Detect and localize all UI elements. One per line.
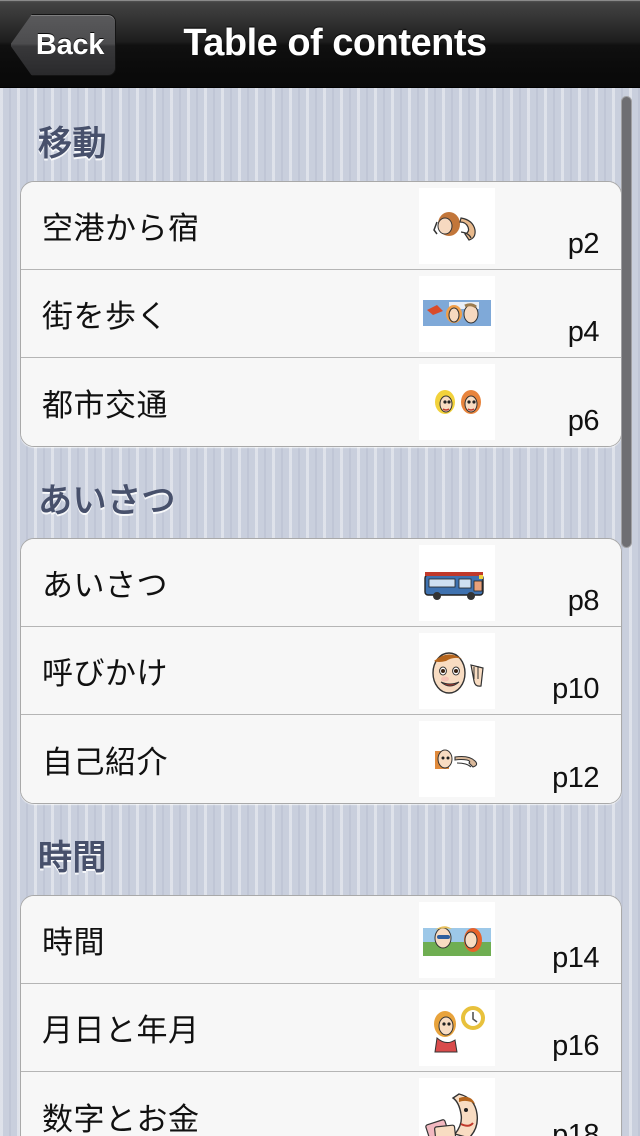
toc-row-title: 月日と年月 [42,1013,200,1048]
vertical-scrollbar[interactable] [621,96,632,548]
toc-row-title: 空港から宿 [42,211,200,246]
toc-row-title: 呼びかけ [42,656,168,691]
page-number: p14 [552,942,599,974]
toc-row[interactable]: 自己紹介 p12 [21,715,621,803]
toc-row[interactable]: 月日と年月 p16 [21,984,621,1072]
toc-row[interactable]: あいさつ p8 [21,539,621,627]
page-number: p2 [567,228,600,260]
page-number: p12 [552,762,599,794]
page-number: p10 [552,673,599,705]
page-number: p6 [567,405,600,437]
section-header: 移動 [38,125,107,163]
toc-row[interactable]: 時間 p14 [21,896,621,984]
page-number: p18 [552,1119,599,1136]
city-transport-thumb [419,364,495,440]
section-group: 時間 p14 月日と年月 p16 数字とお金 p18 [20,895,622,1136]
toc-row[interactable]: 呼びかけ p10 [21,627,621,715]
navigation-bar: Back Table of contents [0,0,640,88]
toc-row-title: 自己紹介 [42,744,168,780]
toc-row-title: あいさつ [42,568,168,603]
toc-row[interactable]: 街を歩く p4 [21,270,621,358]
toc-row-title: 数字とお金 [42,1101,200,1136]
section-group: あいさつ p8 呼びかけ p10 自己紹介 p12 [20,538,622,804]
section-header: 時間 [38,839,107,877]
section-header: あいさつ [38,482,176,520]
back-button-label: Back [35,28,105,61]
waving-face-thumb [419,633,495,709]
toc-row-title: 時間 [42,925,105,960]
table-of-contents-screen: Back Table of contents 移動空港から宿 p2 街を歩く p4 都市… [0,0,640,1136]
money-cards-thumb [419,1078,495,1136]
toc-row-title: 都市交通 [42,387,168,423]
sections-container: 移動 空港から宿 p2 街を歩く p4 都市交通 p6 あいさつ あいさつ p8 呼びかけ p10 自己… [0,88,640,1136]
bus-thumb [419,545,495,621]
self-introduction-thumb [419,721,495,797]
section-group: 空港から宿 p2 街を歩く p4 都市交通 p6 [20,181,622,447]
time-outdoor-thumb [419,902,495,978]
toc-scroll-area[interactable]: 移動 空港から宿 p2 街を歩く p4 都市交通 p6 あいさつ あいさつ p8 呼びかけ p10 自己… [0,88,640,1136]
toc-row[interactable]: 都市交通 p6 [21,358,621,446]
calendar-ring-thumb [419,990,495,1066]
page-number: p8 [567,585,600,617]
airport-to-lodging-thumb [419,188,495,264]
toc-row-title: 街を歩く [42,299,168,334]
back-button[interactable]: Back [10,14,116,76]
toc-row[interactable]: 空港から宿 p2 [21,182,621,270]
toc-row[interactable]: 数字とお金 p18 [21,1072,621,1136]
page-number: p16 [552,1030,599,1062]
page-number: p4 [567,316,600,348]
walking-town-thumb [419,276,495,352]
